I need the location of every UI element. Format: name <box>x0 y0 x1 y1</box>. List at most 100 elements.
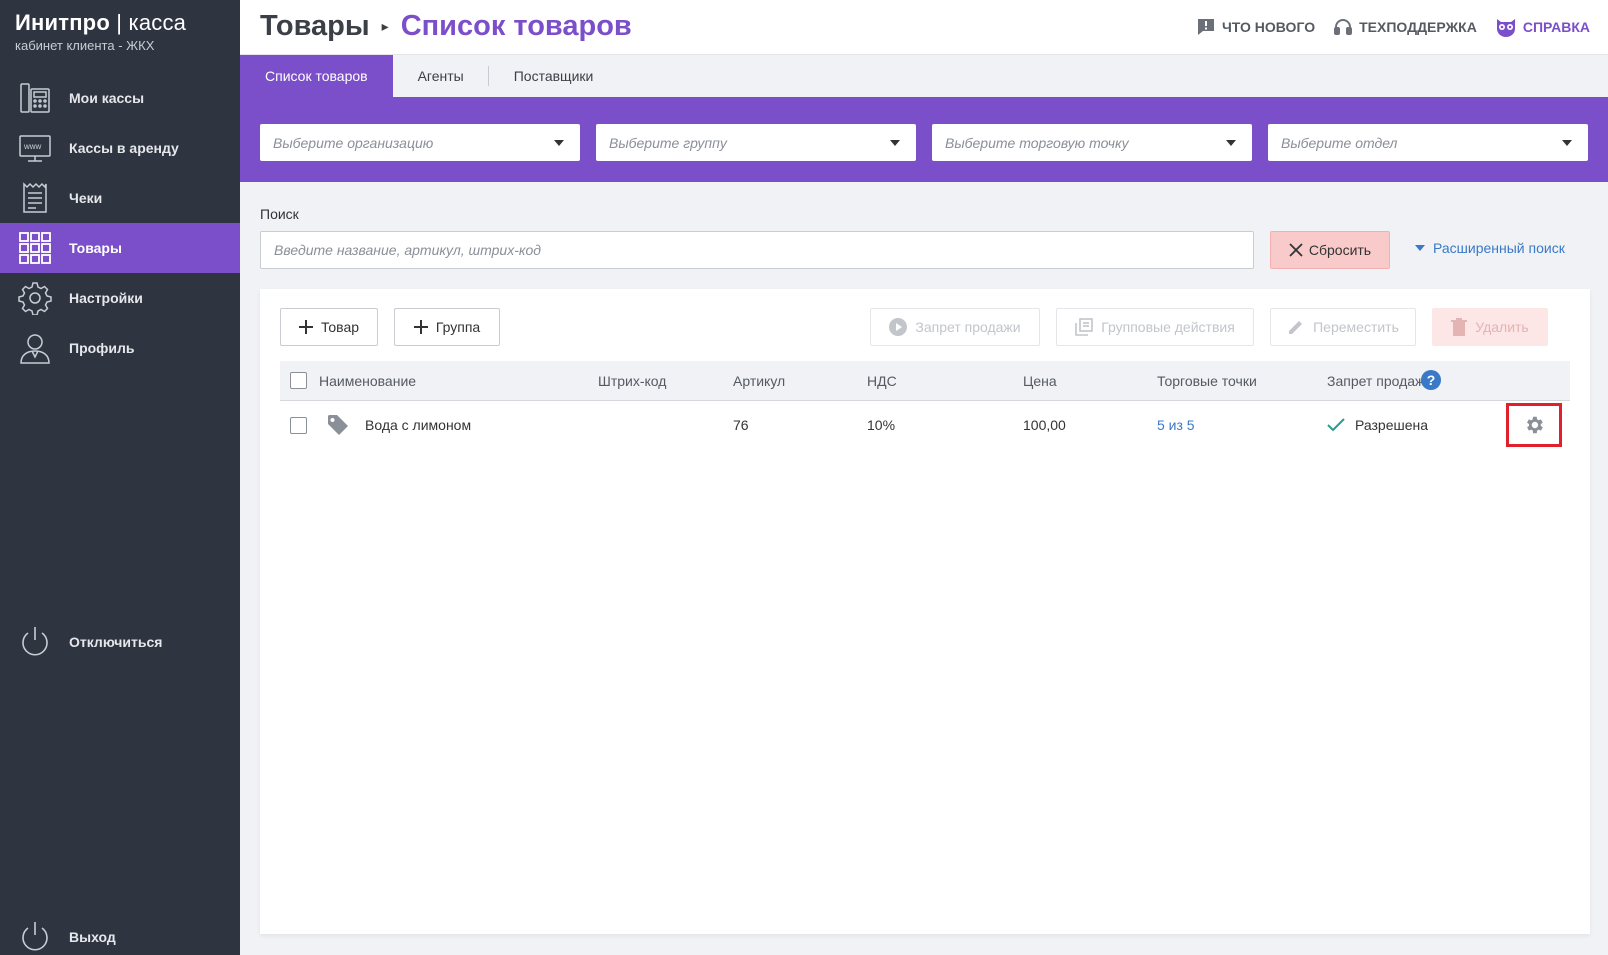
sidebar-item-rent-registers[interactable]: www Кассы в аренду <box>0 123 240 173</box>
group-actions-button[interactable]: Групповые действия <box>1056 308 1254 346</box>
delete-button[interactable]: Удалить <box>1432 308 1548 346</box>
trade-point-select-placeholder: Выберите торговую точку <box>945 134 1129 151</box>
user-icon <box>17 330 53 366</box>
message-alert-icon <box>1197 19 1214 35</box>
group-actions-label: Групповые действия <box>1101 319 1235 335</box>
play-circle-icon <box>889 318 908 336</box>
row-settings-button[interactable] <box>1506 403 1562 447</box>
column-vat[interactable]: НДС <box>867 373 897 389</box>
reset-button[interactable]: Сбросить <box>1270 231 1390 269</box>
gear-icon <box>1527 416 1543 434</box>
move-button[interactable]: Переместить <box>1270 308 1416 346</box>
brand-name: Инитпро <box>15 10 110 35</box>
sidebar-item-label: Товары <box>69 240 122 256</box>
tab-product-list[interactable]: Список товаров <box>240 55 393 97</box>
check-icon <box>1327 418 1345 435</box>
brand-separator: | <box>109 10 129 35</box>
plus-icon <box>298 320 313 334</box>
brand-title: Инитпро | касса <box>15 10 186 36</box>
column-barcode[interactable]: Штрих-код <box>598 373 666 389</box>
sidebar: Инитпро | касса кабинет клиента - ЖКХ Мо… <box>0 0 240 955</box>
reset-label: Сбросить <box>1308 242 1372 258</box>
filter-bar: Выберите организацию Выберите группу Выб… <box>240 97 1608 182</box>
gear-icon <box>17 280 53 316</box>
disconnect-button[interactable]: Отключиться <box>0 617 240 667</box>
help-link[interactable]: СПРАВКА <box>1495 17 1590 37</box>
brand-product: касса <box>128 10 187 35</box>
logout-button[interactable]: Выход <box>0 912 240 955</box>
support-link[interactable]: ТЕХПОДДЕРЖКА <box>1333 17 1477 37</box>
group-select-placeholder: Выберите группу <box>609 134 727 151</box>
breadcrumb-separator: ▸ <box>381 18 389 34</box>
caret-down-icon <box>1562 139 1572 146</box>
product-name[interactable]: Вода с лимоном <box>365 417 471 433</box>
sidebar-item-settings[interactable]: Настройки <box>0 273 240 323</box>
column-article[interactable]: Артикул <box>733 373 785 389</box>
tabs: Список товаров Агенты Поставщики <box>240 55 1608 97</box>
search-input[interactable] <box>260 231 1254 269</box>
breadcrumb: Товары ▸ Список товаров <box>260 10 632 43</box>
product-price: 100,00 <box>1023 417 1066 433</box>
organization-select[interactable]: Выберите организацию <box>260 124 580 161</box>
tab-suppliers[interactable]: Поставщики <box>489 55 619 97</box>
help-label: СПРАВКА <box>1522 19 1590 35</box>
table-row[interactable]: Вода с лимоном 76 10% 100,00 5 из 5 Разр… <box>280 401 1570 451</box>
power-icon <box>17 919 53 955</box>
cash-register-icon <box>17 80 53 116</box>
table-header: Наименование Штрих-код Артикул НДС Цена … <box>280 361 1570 401</box>
sidebar-item-profile[interactable]: Профиль <box>0 323 240 373</box>
disconnect-label: Отключиться <box>69 634 163 650</box>
column-trade-points[interactable]: Торговые точки <box>1157 373 1257 389</box>
add-group-label: Группа <box>435 319 481 335</box>
delete-label: Удалить <box>1475 319 1529 335</box>
caret-down-icon <box>554 139 564 146</box>
product-trade-points-link[interactable]: 5 из 5 <box>1157 417 1195 433</box>
whats-new-link[interactable]: ЧТО НОВОГО <box>1196 17 1315 37</box>
page-title: Список товаров <box>400 10 632 42</box>
add-product-button[interactable]: Товар <box>280 308 378 346</box>
www-terminal-icon: www <box>17 130 53 166</box>
caret-down-icon <box>1415 245 1425 251</box>
headset-icon <box>1334 19 1353 35</box>
whats-new-label: ЧТО НОВОГО <box>1221 19 1316 35</box>
power-icon <box>17 624 53 660</box>
sidebar-item-label: Кассы в аренду <box>69 140 179 156</box>
department-select-placeholder: Выберите отдел <box>1281 134 1398 151</box>
help-question-icon[interactable]: ? <box>1421 370 1441 390</box>
trash-icon <box>1451 318 1468 336</box>
ban-sale-button[interactable]: Запрет продажи <box>870 308 1040 346</box>
column-price[interactable]: Цена <box>1023 373 1057 389</box>
caret-down-icon <box>890 139 900 146</box>
sidebar-item-products[interactable]: Товары <box>0 223 240 273</box>
library-icon <box>1075 318 1094 336</box>
close-icon <box>1289 243 1303 257</box>
top-links: ЧТО НОВОГО ТЕХПОДДЕРЖКА СПРАВКА <box>1178 17 1590 37</box>
add-group-button[interactable]: Группа <box>394 308 500 346</box>
breadcrumb-root[interactable]: Товары <box>260 10 370 43</box>
search-label: Поиск <box>260 206 299 222</box>
row-checkbox[interactable] <box>290 417 307 434</box>
add-product-label: Товар <box>320 319 360 335</box>
page-header: Товары ▸ Список товаров ЧТО НОВОГО ТЕХПО… <box>240 0 1608 55</box>
trade-point-select[interactable]: Выберите торговую точку <box>932 124 1252 161</box>
sidebar-item-label: Настройки <box>69 290 143 306</box>
tag-icon <box>327 414 349 439</box>
department-select[interactable]: Выберите отдел <box>1268 124 1588 161</box>
organization-select-placeholder: Выберите организацию <box>273 134 434 151</box>
move-label: Переместить <box>1313 319 1399 335</box>
sidebar-item-my-registers[interactable]: Мои кассы <box>0 73 240 123</box>
caret-down-icon <box>1226 139 1236 146</box>
group-select[interactable]: Выберите группу <box>596 124 916 161</box>
ban-sale-label: Запрет продажи <box>915 319 1021 335</box>
product-vat: 10% <box>867 417 896 433</box>
brand-subtitle: кабинет клиента - ЖКХ <box>15 38 155 53</box>
select-all-checkbox[interactable] <box>290 372 307 389</box>
support-label: ТЕХПОДДЕРЖКА <box>1359 19 1477 35</box>
sidebar-item-receipts[interactable]: Чеки <box>0 173 240 223</box>
column-ban-sale[interactable]: Запрет продажи <box>1327 373 1432 389</box>
advanced-search-link[interactable]: Расширенный поиск <box>1415 240 1565 256</box>
products-card: Товар Группа Запрет продажи Групповые де… <box>260 289 1590 934</box>
tab-agents[interactable]: Агенты <box>393 55 489 97</box>
brand: Инитпро | касса кабинет клиента - ЖКХ <box>15 10 186 53</box>
column-name[interactable]: Наименование <box>319 373 416 389</box>
